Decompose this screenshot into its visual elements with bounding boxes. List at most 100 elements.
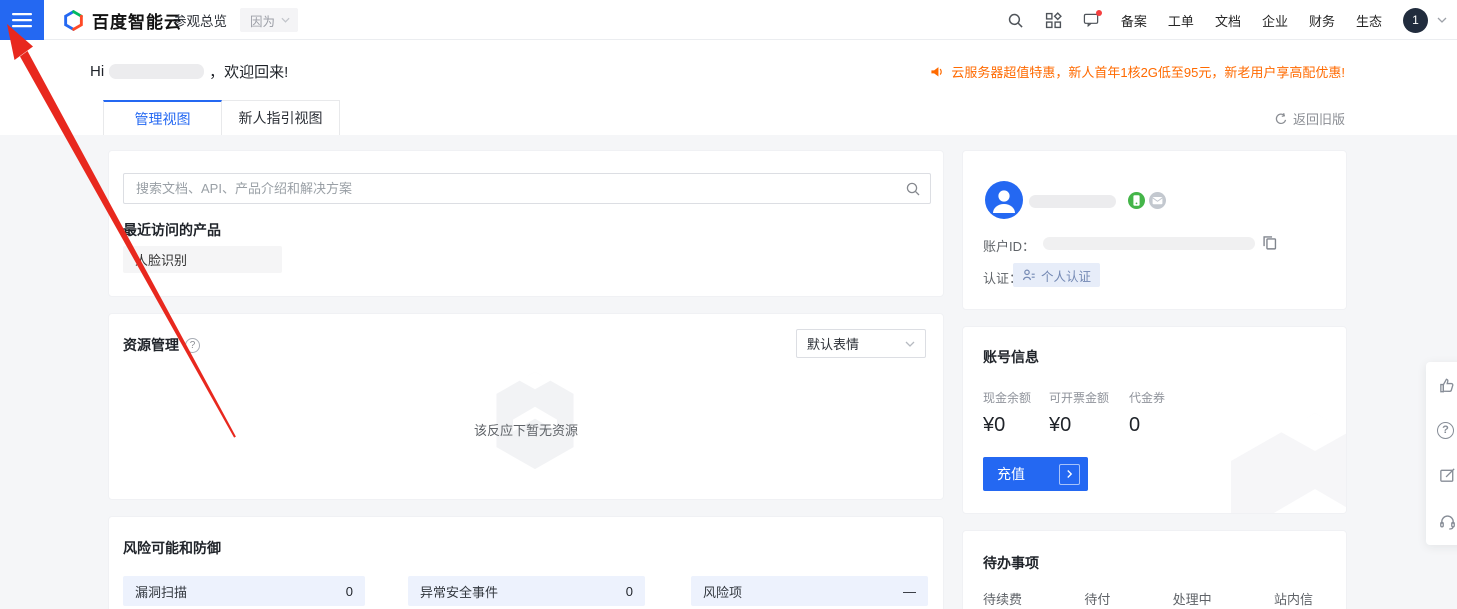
search-icon[interactable]: [1007, 12, 1024, 29]
redacted-profile-name: [1029, 195, 1116, 208]
return-old-version-label: 返回旧版: [1293, 109, 1345, 128]
profile-card: 账户ID： 认证： 个人认证: [962, 150, 1347, 310]
region-dropdown[interactable]: 因为: [240, 8, 298, 32]
chevron-down-icon: [281, 17, 290, 23]
help-circle-icon[interactable]: [1437, 422, 1454, 439]
redacted-account-id: [1043, 237, 1255, 250]
resource-filter-dropdown[interactable]: 默认表情: [796, 329, 926, 358]
search-input-magnifier-icon[interactable]: [905, 181, 921, 197]
hamburger-icon: [12, 12, 32, 28]
todo-labels-row: 待续费 待付 处理中 站内信: [983, 589, 1313, 608]
recent-products-title: 最近访问的产品: [123, 220, 221, 240]
stat-value: ¥0: [983, 414, 1031, 437]
risk-tile-value: —: [903, 584, 916, 599]
stat-cash-balance: 现金余额 ¥0: [983, 389, 1031, 437]
messages-icon[interactable]: [1083, 12, 1100, 29]
nav-item-qiye[interactable]: 企业: [1262, 11, 1288, 30]
recent-product-face-recognition[interactable]: 人脸识别: [123, 246, 282, 273]
side-toolbar: [1426, 362, 1457, 545]
promo-text: 云服务器超值特惠，新人首年1核2G低至95元，新老用户享高配优惠!: [951, 62, 1345, 81]
resource-empty-text: 该反应下暂无资源: [109, 420, 943, 439]
stat-vouchers: 代金券 0: [1129, 389, 1165, 437]
nav-item-gongdan[interactable]: 工单: [1168, 11, 1194, 30]
risk-tile-risk-items[interactable]: 风险项 —: [691, 576, 928, 606]
todo-card: 待办事项 待续费 待付 处理中 站内信: [962, 530, 1347, 609]
risk-tile-label: 异常安全事件: [420, 582, 498, 601]
search-input[interactable]: [123, 173, 931, 204]
greeting-suffix: ，欢迎回来!: [209, 61, 288, 82]
auth-person-icon: [1022, 268, 1036, 282]
brand-name: 百度智能云: [92, 8, 182, 33]
todo-item-pending-payment[interactable]: 待付: [1084, 589, 1110, 608]
stat-value: ¥0: [1049, 414, 1109, 437]
stat-invoiceable-amount: 可开票金额 ¥0: [1049, 389, 1109, 437]
phone-verified-badge-icon: [1128, 192, 1145, 209]
avatar-chevron-down-icon[interactable]: [1437, 17, 1447, 23]
personal-auth-badge[interactable]: 个人认证: [1013, 263, 1100, 287]
risk-tile-value: 0: [626, 584, 633, 599]
brand-logo[interactable]: 百度智能云: [62, 0, 182, 40]
help-icon[interactable]: [185, 338, 200, 353]
overview-link[interactable]: 参观总览: [173, 0, 227, 40]
nav-item-shengtai[interactable]: 生态: [1356, 11, 1382, 30]
apps-grid-icon[interactable]: [1045, 12, 1062, 29]
headset-support-icon[interactable]: [1437, 512, 1457, 532]
recharge-button-label: 充值: [997, 464, 1025, 484]
person-icon: [985, 181, 1023, 219]
resource-filter-value: 默认表情: [807, 334, 859, 353]
todo-item-site-mail[interactable]: 站内信: [1274, 589, 1313, 608]
risk-tile-label: 风险项: [703, 582, 742, 601]
megaphone-icon: [930, 65, 945, 79]
user-avatar[interactable]: 1: [1403, 8, 1428, 33]
console-page: 百度智能云 参观总览 因为 备案 工单 文档 企业 财务 生态 1: [0, 0, 1457, 609]
nav-item-wendang[interactable]: 文档: [1215, 11, 1241, 30]
thumbs-up-icon[interactable]: [1437, 375, 1457, 395]
risk-tile-abnormal-events[interactable]: 异常安全事件 0: [408, 576, 645, 606]
notification-dot: [1096, 10, 1102, 16]
nav-item-beian[interactable]: 备案: [1121, 11, 1147, 30]
baidu-cloud-logo-icon: [62, 9, 85, 32]
account-id-label: 账户ID：: [983, 236, 1035, 255]
stat-label: 可开票金额: [1049, 389, 1109, 406]
risk-tile-label: 漏洞扫描: [135, 582, 187, 601]
resource-card: 资源管理 默认表情 该反应下暂无资源: [108, 313, 944, 500]
refresh-icon: [1274, 112, 1288, 126]
tab-management-view[interactable]: 管理视图: [103, 100, 222, 135]
redacted-username: [109, 64, 204, 79]
region-dropdown-value: 因为: [250, 11, 275, 30]
copy-icon[interactable]: [1261, 234, 1278, 251]
watermark-cube-icon: [1215, 409, 1347, 514]
promo-banner[interactable]: 云服务器超值特惠，新人首年1核2G低至95元，新老用户享高配优惠!: [930, 62, 1345, 81]
content-area: 最近访问的产品 人脸识别 资源管理 默认表情 该反应下暂无资源 风险可能和防御: [0, 135, 1457, 609]
profile-avatar: [985, 181, 1023, 219]
account-card: 账号信息 现金余额 ¥0 可开票金额 ¥0 代金券 0 充值: [962, 326, 1347, 514]
risk-card: 风险可能和防御 漏洞扫描 0 异常安全事件 0 风险项 —: [108, 516, 944, 609]
stat-label: 代金券: [1129, 389, 1165, 406]
tab-management-view-label: 管理视图: [135, 109, 191, 129]
todo-card-title: 待办事项: [983, 553, 1039, 573]
risk-tile-vulnerability-scan[interactable]: 漏洞扫描 0: [123, 576, 365, 606]
chevron-down-icon: [905, 341, 915, 347]
header-right-cluster: 备案 工单 文档 企业 财务 生态 1: [1007, 0, 1447, 40]
welcome-band: Hi ，欢迎回来! 云服务器超值特惠，新人首年1核2G低至95元，新老用户享高配…: [0, 41, 1457, 135]
return-old-version-link[interactable]: 返回旧版: [1274, 109, 1345, 128]
account-card-title: 账号信息: [983, 347, 1039, 367]
nav-item-caiwu[interactable]: 财务: [1309, 11, 1335, 30]
tab-newcomer-guide-view-label: 新人指引视图: [239, 108, 323, 128]
personal-auth-badge-label: 个人认证: [1041, 266, 1091, 285]
tab-newcomer-guide-view[interactable]: 新人指引视图: [222, 100, 340, 135]
greeting: Hi ，欢迎回来!: [90, 61, 288, 82]
top-header: 百度智能云 参观总览 因为 备案 工单 文档 企业 财务 生态 1: [0, 0, 1457, 40]
todo-item-renewal[interactable]: 待续费: [983, 589, 1022, 608]
resource-card-title: 资源管理: [123, 335, 179, 355]
risk-card-title: 风险可能和防御: [123, 538, 221, 558]
hamburger-menu-button[interactable]: [0, 0, 44, 40]
stat-value: 0: [1129, 414, 1165, 437]
recharge-arrow-icon[interactable]: [1059, 464, 1080, 485]
stat-label: 现金余额: [983, 389, 1031, 406]
search-card: 最近访问的产品 人脸识别: [108, 150, 944, 297]
risk-tile-value: 0: [346, 584, 353, 599]
recharge-button[interactable]: 充值: [983, 457, 1088, 491]
todo-item-processing[interactable]: 处理中: [1173, 589, 1212, 608]
survey-pencil-icon[interactable]: [1437, 465, 1457, 485]
